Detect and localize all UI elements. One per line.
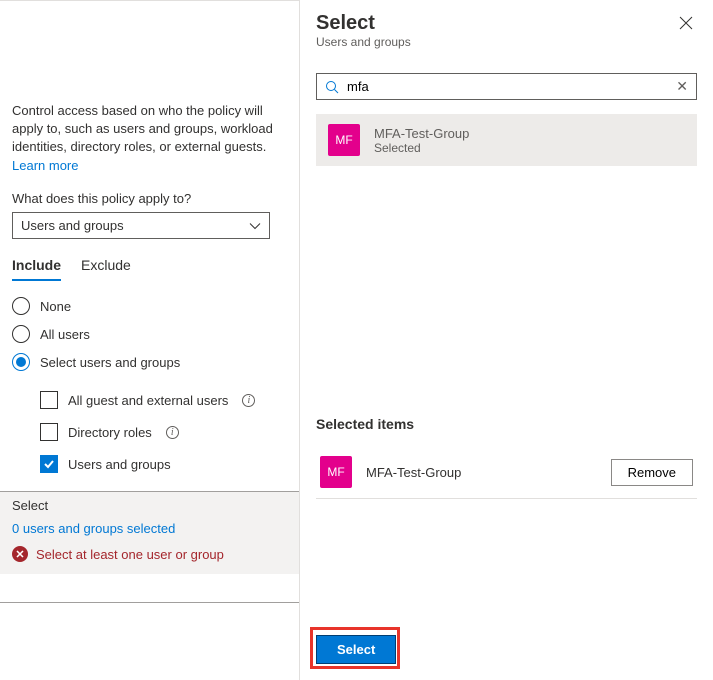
info-icon[interactable]: i <box>242 394 255 407</box>
error-message: ✕ Select at least one user or group <box>12 546 287 562</box>
panel-title: Select <box>316 12 411 35</box>
radio-label: Select users and groups <box>40 355 180 370</box>
select-summary-header: Select <box>12 498 287 513</box>
top-spacer <box>0 0 299 90</box>
check-directory-roles[interactable]: Directory roles i <box>40 423 287 441</box>
remove-button[interactable]: Remove <box>611 459 693 486</box>
radio-icon <box>12 297 30 315</box>
assignments-pane: Control access based on who the policy w… <box>0 0 300 680</box>
radio-label: None <box>40 299 71 314</box>
result-status: Selected <box>374 141 469 155</box>
check-label: Users and groups <box>68 457 171 472</box>
chevron-down-icon <box>249 220 261 232</box>
tab-include[interactable]: Include <box>12 257 61 281</box>
panel-subtitle: Users and groups <box>316 35 411 49</box>
error-text: Select at least one user or group <box>36 547 224 562</box>
tab-exclude[interactable]: Exclude <box>81 257 131 281</box>
radio-label: All users <box>40 327 90 342</box>
selected-count-link[interactable]: 0 users and groups selected <box>12 521 287 536</box>
search-box[interactable]: ✕ <box>316 73 697 100</box>
learn-more-link[interactable]: Learn more <box>12 158 78 173</box>
checkbox-icon <box>40 423 58 441</box>
radio-none[interactable]: None <box>12 297 287 315</box>
info-icon[interactable]: i <box>166 426 179 439</box>
radio-select-users[interactable]: Select users and groups <box>12 353 287 371</box>
checkbox-icon <box>40 391 58 409</box>
panel-footer: Select <box>300 619 713 680</box>
select-button[interactable]: Select <box>316 635 396 664</box>
selected-items-header: Selected items <box>316 416 697 432</box>
select-panel: Select Users and groups ✕ MF MFA-Test-Gr… <box>300 0 713 680</box>
close-icon <box>679 16 693 30</box>
avatar: MF <box>328 124 360 156</box>
divider <box>0 602 299 603</box>
include-radio-group: None All users Select users and groups <box>12 297 287 371</box>
check-label: All guest and external users <box>68 393 228 408</box>
close-button[interactable] <box>675 12 697 37</box>
search-icon <box>325 80 339 94</box>
radio-icon <box>12 325 30 343</box>
include-exclude-tabs: Include Exclude <box>12 257 287 281</box>
clear-search-icon[interactable]: ✕ <box>676 78 688 95</box>
selected-items-section: Selected items MF MFA-Test-Group Remove <box>316 396 697 499</box>
avatar: MF <box>320 456 352 488</box>
policy-description: Control access based on who the policy w… <box>12 102 287 156</box>
apply-to-label: What does this policy apply to? <box>12 191 287 206</box>
apply-to-dropdown[interactable]: Users and groups <box>12 212 270 239</box>
dropdown-value: Users and groups <box>21 218 124 233</box>
radio-all-users[interactable]: All users <box>12 325 287 343</box>
select-summary-section: Select 0 users and groups selected ✕ Sel… <box>0 491 299 574</box>
checkbox-icon <box>40 455 58 473</box>
search-result-item[interactable]: MF MFA-Test-Group Selected <box>316 114 697 166</box>
result-name: MFA-Test-Group <box>374 126 469 141</box>
check-label: Directory roles <box>68 425 152 440</box>
selected-item: MF MFA-Test-Group Remove <box>316 446 697 499</box>
select-users-checks: All guest and external users i Directory… <box>40 391 287 473</box>
check-users-groups[interactable]: Users and groups <box>40 455 287 473</box>
search-input[interactable] <box>347 79 668 94</box>
radio-icon <box>12 353 30 371</box>
selected-item-name: MFA-Test-Group <box>366 465 597 480</box>
check-guests[interactable]: All guest and external users i <box>40 391 287 409</box>
error-icon: ✕ <box>12 546 28 562</box>
